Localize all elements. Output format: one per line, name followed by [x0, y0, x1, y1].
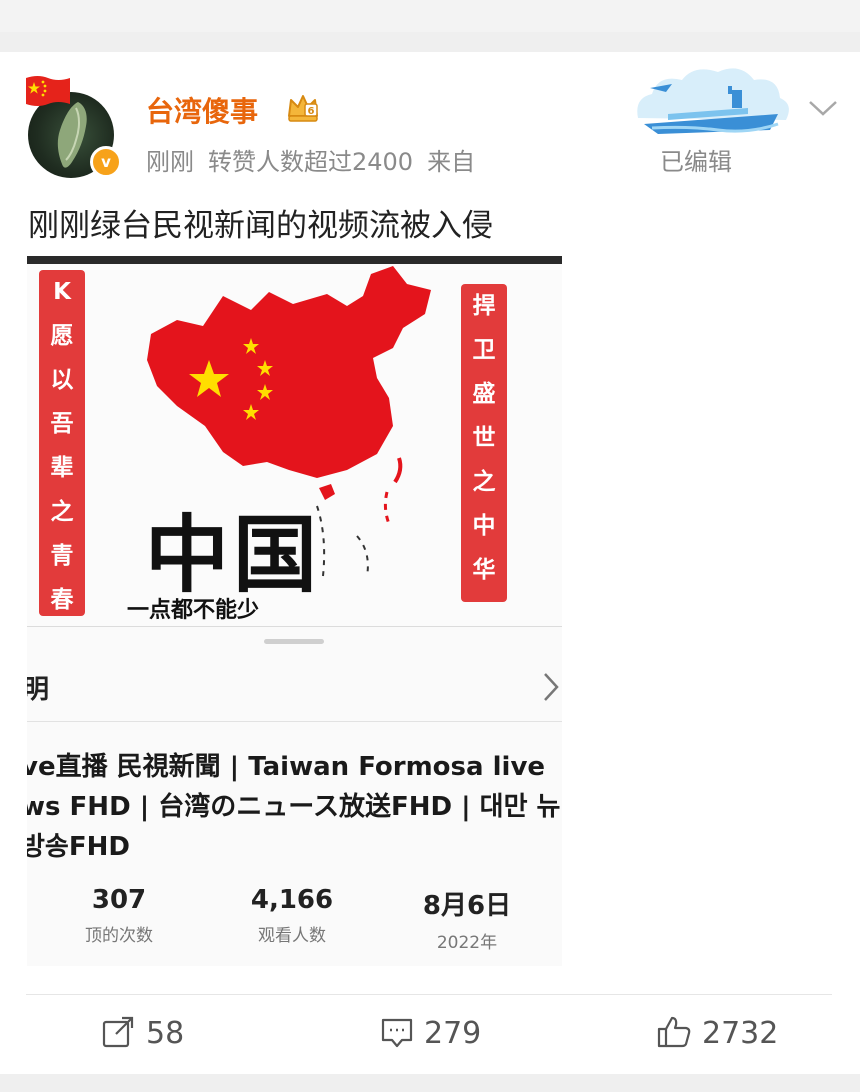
china-flag-icon: [26, 76, 70, 106]
action-divider: [26, 994, 832, 995]
post-meta: 刚刚 转赞人数超过2400 来自: [146, 142, 489, 177]
like-icon: [657, 1016, 691, 1047]
post-text: 刚刚绿台民视新闻的视频流被入侵: [28, 208, 493, 244]
big-text: 中国: [145, 505, 322, 604]
comment-count: 279: [424, 1016, 482, 1051]
slogan-text: 一点都不能少: [127, 597, 260, 623]
post-time: 刚刚: [146, 148, 194, 176]
top-bar: [0, 0, 860, 32]
repost-button[interactable]: 58: [102, 1016, 184, 1056]
stat-views: 4,166 观看人数: [250, 885, 334, 946]
vip-crown-icon: 6: [288, 95, 318, 122]
bottom-strip: [0, 1074, 860, 1092]
avatar[interactable]: v: [24, 70, 122, 178]
verified-badge-icon: v: [90, 146, 122, 178]
drag-handle[interactable]: [264, 639, 324, 644]
comment-button[interactable]: 279: [380, 1016, 481, 1056]
post-source[interactable]: 来自: [427, 148, 475, 176]
description-row[interactable]: 明: [27, 661, 562, 722]
chevron-right-icon: [544, 673, 559, 701]
banner-right: 捍卫盛世之中华: [461, 284, 507, 602]
repost-count: 58: [146, 1016, 185, 1051]
svg-text:6: 6: [308, 106, 315, 117]
banner-left: K愿以吾辈之青春: [39, 270, 85, 616]
repost-icon: [102, 1016, 134, 1047]
edited-label: 已编辑: [660, 148, 732, 176]
like-count: 2732: [702, 1016, 779, 1051]
live-title: ve直播 民視新聞 | Taiwan Formosa live ws FHD |…: [27, 752, 561, 862]
video-info-sheet: 明 ve直播 民視新聞 | Taiwan Formosa live ws FHD…: [27, 626, 562, 966]
card-decoration: [637, 68, 789, 134]
post-image[interactable]: K愿以吾辈之青春 捍卫盛世之中华 中国 一点都不能少 明 ve直播 民視新聞 |…: [27, 256, 562, 966]
like-button[interactable]: 2732: [656, 1016, 778, 1056]
stat-likes: 307 顶的次数: [85, 885, 153, 946]
description-label: 明: [27, 675, 50, 705]
stat-date: 8月6日 2022年: [422, 891, 512, 953]
post-stat: 转赞人数超过2400: [208, 148, 414, 176]
comment-icon: [381, 1018, 413, 1047]
username[interactable]: 台湾傻事: [146, 90, 258, 130]
chevron-down-icon[interactable]: [808, 98, 838, 118]
image-poster: K愿以吾辈之青春 捍卫盛世之中华 中国 一点都不能少: [27, 256, 562, 626]
